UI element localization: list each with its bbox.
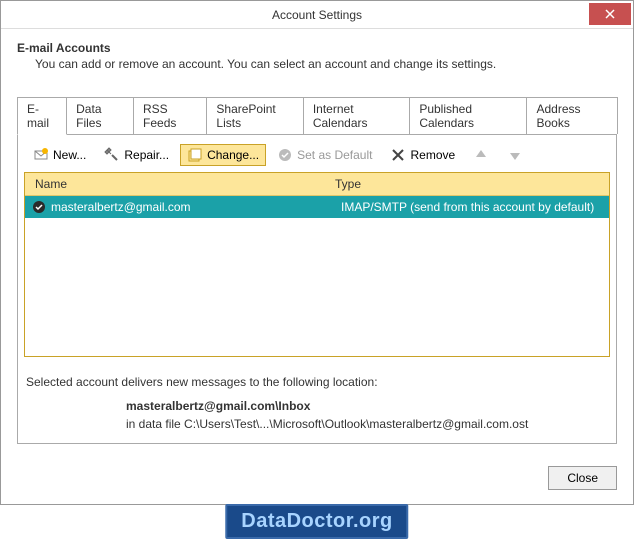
column-header-name[interactable]: Name: [25, 173, 325, 195]
header-section: E-mail Accounts You can add or remove an…: [17, 41, 617, 71]
column-header-type[interactable]: Type: [325, 173, 609, 195]
arrow-down-icon: [507, 147, 523, 163]
change-label: Change...: [207, 148, 259, 162]
move-up-button: [466, 144, 496, 166]
tab-panel-email: New... Repair... Change... Set as Defaul…: [17, 135, 617, 444]
default-account-icon: [31, 199, 47, 215]
new-icon: [33, 147, 49, 163]
info-email-location: masteralbertz@gmail.com\Inbox: [126, 399, 608, 413]
tab-email[interactable]: E-mail: [17, 97, 67, 135]
close-button[interactable]: Close: [548, 466, 617, 490]
set-default-label: Set as Default: [297, 148, 372, 162]
remove-label: Remove: [410, 148, 455, 162]
check-icon: [277, 147, 293, 163]
table-row[interactable]: masteralbertz@gmail.com IMAP/SMTP (send …: [25, 196, 609, 218]
repair-label: Repair...: [124, 148, 169, 162]
account-name-cell: masteralbertz@gmail.com: [51, 200, 341, 214]
close-icon: [605, 9, 615, 19]
arrow-up-icon: [473, 147, 489, 163]
new-label: New...: [53, 148, 86, 162]
accounts-table: Name Type masteralbertz@gmail.com IMAP/S…: [24, 172, 610, 357]
tab-strip: E-mail Data Files RSS Feeds SharePoint L…: [17, 97, 617, 135]
info-data-file: in data file C:\Users\Test\...\Microsoft…: [126, 417, 608, 431]
header-description: You can add or remove an account. You ca…: [35, 57, 617, 71]
tab-rss-feeds[interactable]: RSS Feeds: [133, 97, 207, 134]
table-header: Name Type: [25, 173, 609, 196]
table-body: masteralbertz@gmail.com IMAP/SMTP (send …: [25, 196, 609, 356]
account-settings-dialog: Account Settings E-mail Accounts You can…: [0, 0, 634, 505]
change-icon: [187, 147, 203, 163]
set-default-button: Set as Default: [270, 144, 379, 166]
window-close-button[interactable]: [589, 3, 631, 25]
dialog-content: E-mail Accounts You can add or remove an…: [1, 29, 633, 456]
remove-button[interactable]: Remove: [383, 144, 462, 166]
change-button[interactable]: Change...: [180, 144, 266, 166]
tab-sharepoint-lists[interactable]: SharePoint Lists: [206, 97, 303, 134]
tab-address-books[interactable]: Address Books: [526, 97, 618, 134]
info-intro: Selected account delivers new messages t…: [26, 375, 608, 389]
tab-internet-calendars[interactable]: Internet Calendars: [303, 97, 411, 134]
header-title: E-mail Accounts: [17, 41, 617, 55]
watermark: DataDoctor.org: [225, 504, 408, 539]
titlebar: Account Settings: [1, 1, 633, 29]
move-down-button: [500, 144, 530, 166]
new-button[interactable]: New...: [26, 144, 93, 166]
tab-data-files[interactable]: Data Files: [66, 97, 134, 134]
remove-icon: [390, 147, 406, 163]
tab-published-calendars[interactable]: Published Calendars: [409, 97, 527, 134]
repair-icon: [104, 147, 120, 163]
account-type-cell: IMAP/SMTP (send from this account by def…: [341, 200, 603, 214]
dialog-footer: Close: [1, 456, 633, 504]
repair-button[interactable]: Repair...: [97, 144, 176, 166]
info-section: Selected account delivers new messages t…: [26, 375, 608, 431]
toolbar: New... Repair... Change... Set as Defaul…: [24, 141, 610, 172]
window-title: Account Settings: [1, 8, 633, 22]
